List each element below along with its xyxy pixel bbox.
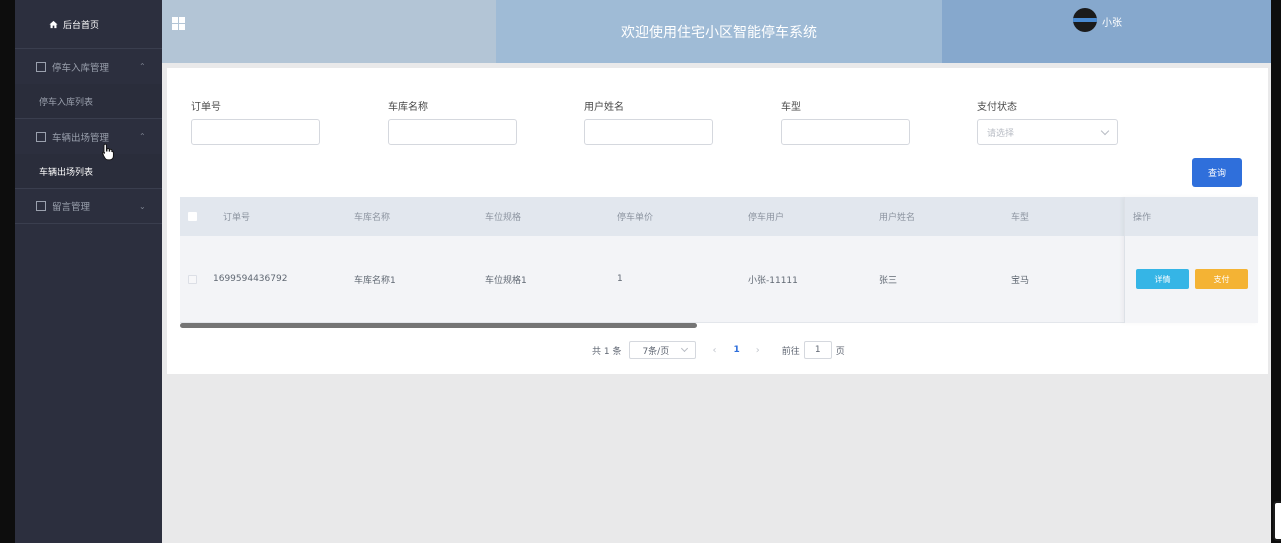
pay-button[interactable]: 支付 [1195,269,1248,289]
filter-order-no: 订单号 [191,98,320,145]
grid-icon[interactable] [172,17,185,30]
table-header: 订单号 车库名称 车位规格 停车单价 停车用户 用户姓名 车型 [180,197,1258,236]
column-header: 订单号 [223,213,251,223]
sidebar-menu-label: 车辆出场管理 [52,132,110,144]
table-horizontal-scrollbar[interactable] [180,323,697,328]
column-header: 操作 [1125,197,1258,236]
page-title: 欢迎使用住宅小区智能停车系统 [496,0,942,63]
pagination: 共 1 条 7条/页 ‹ 1 › 前往 1 页 [592,341,845,359]
header-left [162,0,496,63]
document-icon [36,131,46,142]
goto-suffix: 页 [835,346,845,357]
home-icon [49,20,58,28]
filter-pay-status: 支付状态 请选择 [977,98,1118,145]
cell-user-name: 张三 [879,275,898,286]
document-icon [36,61,46,72]
order-no-input[interactable] [191,119,320,145]
filter-label: 车型 [781,102,801,113]
sidebar-item-label: 停车入库列表 [39,97,94,108]
filter-label: 订单号 [191,102,221,113]
total-count: 共 1 条 [592,346,622,357]
page-size-value: 7条/页 [642,346,670,357]
cell-car-type: 宝马 [1011,275,1030,286]
sidebar-item-home[interactable]: 后台首页 [15,0,162,48]
filter-label: 用户姓名 [584,102,624,113]
page-number-current[interactable]: 1 [733,345,739,355]
cell-price: 1 [617,274,623,284]
username[interactable]: 小张 [1102,14,1122,29]
car-type-input[interactable] [781,119,910,145]
detail-button[interactable]: 详情 [1136,269,1189,289]
sidebar-menu-parking-in[interactable]: 停车入库管理 ⌃ [15,48,162,84]
garage-name-input[interactable] [388,119,517,145]
chevron-down-icon [1100,126,1110,136]
cell-order-no: 1699594436792 [213,274,288,284]
sidebar-menu-label: 留言管理 [52,202,91,213]
image-icon [36,201,46,211]
table-row: 1699594436792 车库名称1 车位规格1 1 小张-11111 张三 … [180,236,1258,323]
select-placeholder: 请选择 [987,128,1015,139]
sidebar-menu-vehicle-out[interactable]: 车辆出场管理 ⌃ [15,118,162,154]
column-header: 车库名称 [354,213,391,223]
search-button[interactable]: 查询 [1192,158,1242,187]
header-user-area: 小张 [942,0,1271,63]
row-checkbox[interactable] [188,274,197,284]
cell-spec: 车位规格1 [485,275,527,286]
column-header: 停车单价 [617,213,654,223]
column-header: 车位规格 [485,213,522,223]
page-size-select[interactable]: 7条/页 [629,341,697,359]
column-header: 车型 [1011,213,1030,223]
sidebar-menu-messages[interactable]: 留言管理 ⌄ [15,188,162,224]
goto-label: 前往 [781,346,800,357]
operation-cell: 详情 支付 [1125,236,1258,323]
hand-cursor-icon [102,143,114,161]
sidebar: 后台首页 停车入库管理 ⌃ 停车入库列表 车辆出场管理 ⌃ 车辆出场列表 留言管… [15,0,162,543]
select-all-checkbox[interactable] [188,212,197,221]
content-card: 订单号 车库名称 用户姓名 车型 支付状态 请选择 查询 订单号 车库名称 车位… [167,68,1268,374]
chevron-up-icon: ⌃ [139,132,146,141]
cell-garage-name: 车库名称1 [354,275,396,286]
next-page-icon[interactable]: › [756,345,760,356]
sidebar-item-vehicle-out-list[interactable]: 车辆出场列表 [15,154,162,188]
sidebar-item-label: 后台首页 [63,20,100,31]
filter-label: 支付状态 [977,102,1017,113]
top-header: 欢迎使用住宅小区智能停车系统 小张 [162,0,1271,63]
chevron-down-icon: ⌄ [139,201,146,211]
filter-user-name: 用户姓名 [584,98,713,145]
sidebar-item-label: 车辆出场列表 [39,167,94,178]
app-window: 后台首页 停车入库管理 ⌃ 停车入库列表 车辆出场管理 ⌃ 车辆出场列表 留言管… [15,0,1271,543]
avatar[interactable] [1073,8,1097,32]
pay-status-select[interactable]: 请选择 [977,119,1118,145]
chevron-up-icon: ⌃ [139,62,146,71]
filter-car-type: 车型 [781,98,910,145]
filter-garage-name: 车库名称 [388,98,517,145]
sidebar-item-parking-in-list[interactable]: 停车入库列表 [15,84,162,118]
operation-column: 操作 详情 支付 [1124,197,1258,323]
cell-parking-user: 小张-11111 [748,275,798,286]
column-header: 用户姓名 [879,213,916,223]
filter-label: 车库名称 [388,102,428,113]
column-header: 停车用户 [748,213,785,223]
data-table: 订单号 车库名称 车位规格 停车单价 停车用户 用户姓名 车型 16995944… [180,197,1258,323]
side-widget-tab[interactable] [1273,501,1281,541]
user-name-input[interactable] [584,119,713,145]
prev-page-icon[interactable]: ‹ [712,345,716,356]
sidebar-menu-label: 停车入库管理 [52,62,110,74]
goto-page-input[interactable]: 1 [803,341,832,359]
chevron-down-icon [681,344,689,353]
